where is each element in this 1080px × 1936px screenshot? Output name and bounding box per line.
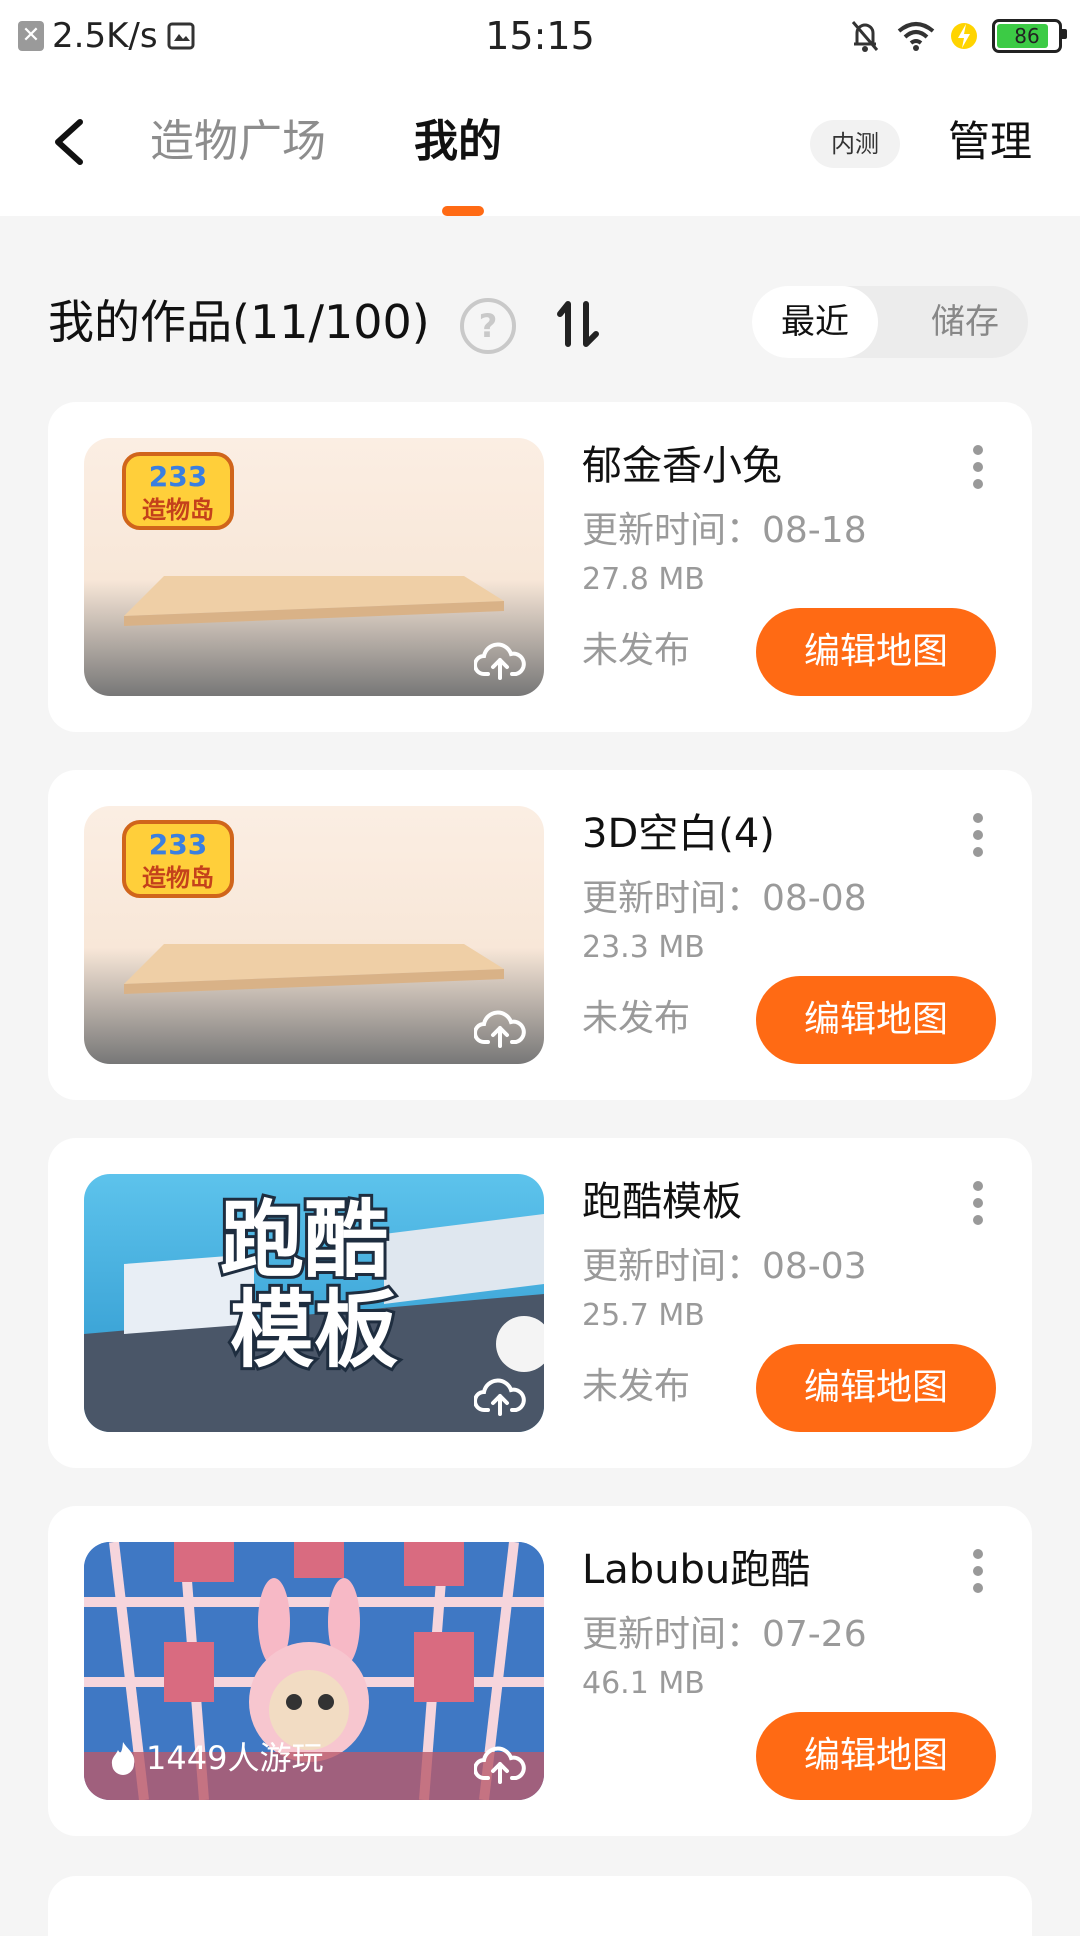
work-thumbnail[interactable]: 233 造物岛 bbox=[84, 806, 544, 1064]
work-card[interactable]: 233 造物岛 郁金香小兔 更新时间：08-18 27.8 MB 未发布 编辑地… bbox=[48, 402, 1032, 732]
svg-text:造物岛: 造物岛 bbox=[142, 496, 214, 524]
segment-recent[interactable]: 最近 bbox=[752, 286, 878, 358]
work-updated: 更新时间：08-03 bbox=[582, 1246, 867, 1287]
work-title: 跑酷模板 bbox=[582, 1179, 742, 1225]
work-thumbnail[interactable]: 233 造物岛 bbox=[84, 438, 544, 696]
work-updated: 更新时间：08-08 bbox=[582, 878, 867, 919]
work-card[interactable]: 1449人游玩 Labubu跑酷 更新时间：07-26 46.1 MB 编辑地图 bbox=[48, 1506, 1032, 1836]
cloud-upload-icon[interactable] bbox=[474, 1376, 526, 1416]
svg-text:造物岛: 造物岛 bbox=[142, 864, 214, 892]
work-status: 未发布 bbox=[582, 1366, 691, 1407]
work-thumbnail[interactable]: 1449人游玩 bbox=[84, 1542, 544, 1800]
cloud-upload-icon[interactable] bbox=[474, 1744, 526, 1784]
status-right: 86 bbox=[848, 14, 1067, 58]
tab-mine[interactable]: 我的 bbox=[414, 112, 502, 172]
work-card-partial[interactable] bbox=[48, 1876, 1032, 1936]
back-arrow-icon[interactable] bbox=[40, 110, 100, 174]
top-nav: 造物广场 我的 内测 管理 bbox=[0, 72, 1080, 216]
cloud-upload-icon[interactable] bbox=[474, 1008, 526, 1048]
svg-text:233: 233 bbox=[149, 460, 207, 493]
more-vert-icon[interactable] bbox=[970, 442, 986, 492]
work-title: Labubu跑酷 bbox=[582, 1547, 811, 1593]
work-title: 3D空白(4) bbox=[582, 811, 775, 857]
wifi-icon bbox=[897, 22, 935, 51]
work-thumbnail[interactable]: 跑酷 模板 bbox=[84, 1174, 544, 1432]
play-count-text: 1449人游玩 bbox=[146, 1739, 324, 1777]
sort-segment-control: 最近 储存 bbox=[752, 286, 1028, 358]
work-size: 23.3 MB bbox=[582, 930, 705, 965]
more-vert-icon[interactable] bbox=[970, 810, 986, 860]
work-status: 未发布 bbox=[582, 998, 691, 1039]
battery-icon: 86 bbox=[992, 19, 1067, 53]
svg-text:模板: 模板 bbox=[230, 1281, 398, 1379]
segment-storage[interactable]: 储存 bbox=[902, 286, 1028, 358]
svg-text:233: 233 bbox=[149, 828, 207, 861]
233-logo: 233 造物岛 bbox=[122, 452, 234, 530]
blank-plate-graphic bbox=[124, 576, 504, 626]
edit-map-button[interactable]: 编辑地图 bbox=[756, 976, 996, 1064]
svg-text:跑酷: 跑酷 bbox=[220, 1191, 388, 1289]
work-size: 46.1 MB bbox=[582, 1666, 705, 1701]
cloud-upload-icon[interactable] bbox=[474, 640, 526, 680]
charging-icon bbox=[951, 23, 977, 49]
edit-map-button[interactable]: 编辑地图 bbox=[756, 1344, 996, 1432]
work-status: 未发布 bbox=[582, 630, 691, 671]
section-title: 我的作品(11/100) bbox=[48, 295, 430, 349]
play-count: 1449人游玩 bbox=[108, 1738, 323, 1778]
edit-map-button[interactable]: 编辑地图 bbox=[756, 608, 996, 696]
work-size: 27.8 MB bbox=[582, 562, 705, 597]
battery-percent: 86 bbox=[1014, 24, 1040, 48]
bell-off-icon bbox=[851, 21, 879, 52]
work-updated: 更新时间：07-26 bbox=[582, 1614, 867, 1655]
work-card[interactable]: 跑酷 模板 跑酷模板 更新时间：08-03 25.7 MB 未发布 编辑地图 bbox=[48, 1138, 1032, 1468]
more-vert-icon[interactable] bbox=[970, 1178, 986, 1228]
help-icon[interactable]: ? bbox=[460, 298, 516, 354]
work-title: 郁金香小兔 bbox=[582, 443, 782, 489]
active-tab-indicator bbox=[442, 206, 484, 216]
sort-icon[interactable] bbox=[554, 296, 604, 352]
work-size: 25.7 MB bbox=[582, 1298, 705, 1333]
manage-button[interactable]: 管理 bbox=[948, 112, 1032, 172]
edit-map-button[interactable]: 编辑地图 bbox=[756, 1712, 996, 1800]
beta-badge[interactable]: 内测 bbox=[810, 120, 900, 168]
flame-icon bbox=[111, 1742, 135, 1775]
work-card[interactable]: 233 造物岛 3D空白(4) 更新时间：08-08 23.3 MB 未发布 编… bbox=[48, 770, 1032, 1100]
blank-plate-graphic bbox=[124, 944, 504, 994]
more-vert-icon[interactable] bbox=[970, 1546, 986, 1596]
status-bar: ✕ 2.5K/s 15:15 86 bbox=[0, 0, 1080, 72]
233-logo: 233 造物岛 bbox=[122, 820, 234, 898]
work-updated: 更新时间：08-18 bbox=[582, 510, 867, 551]
tab-creation-square[interactable]: 造物广场 bbox=[150, 112, 326, 172]
